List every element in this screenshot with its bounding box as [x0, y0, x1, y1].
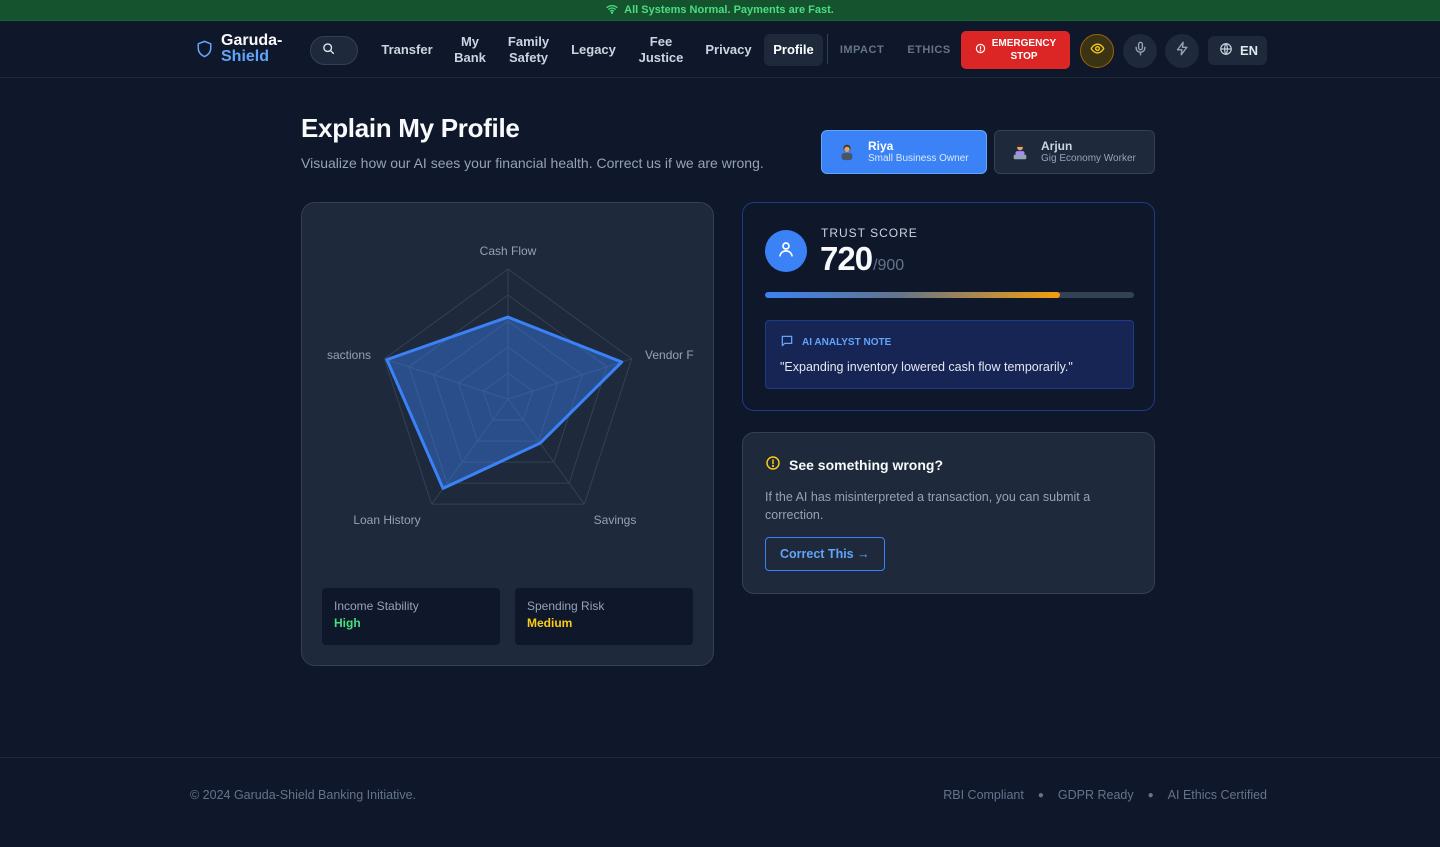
note-text: "Expanding inventory lowered cash flow t…	[780, 360, 1073, 374]
trust-score-value: 720 /900	[820, 240, 904, 278]
footer-separator: ●	[1147, 789, 1154, 801]
persona-arjun-button[interactable]: Arjun Gig Economy Worker	[994, 130, 1155, 174]
persona-role: Small Business Owner	[868, 153, 969, 164]
nav-label: ETHICS	[907, 44, 951, 56]
quick-action-button[interactable]	[1165, 34, 1199, 68]
footer-link-rbi[interactable]: RBI Compliant	[943, 788, 1024, 802]
brand-name-line1: Garuda-	[221, 32, 283, 49]
ai-analyst-note: AI ANALYST NOTE "Expanding inventory low…	[765, 320, 1134, 389]
persona-name: Arjun	[1041, 139, 1073, 153]
radar-area	[385, 315, 624, 490]
user-icon	[777, 240, 795, 263]
correct-this-button[interactable]: Correct This →	[765, 537, 885, 571]
nav-profile[interactable]: Profile	[764, 34, 823, 66]
nav-label-line1: My	[460, 34, 480, 49]
alert-circle-icon	[975, 43, 986, 58]
report-error-title: See something wrong?	[789, 456, 944, 473]
nav-privacy[interactable]: Privacy	[700, 34, 757, 66]
radar-label-transactions: sactions	[327, 348, 371, 362]
footer-links: RBI Compliant ● GDPR Ready ● AI Ethics C…	[943, 788, 1267, 802]
radar-label-vendor: Vendor F	[645, 348, 694, 362]
microphone-icon	[1133, 41, 1148, 61]
radar-label-loan-history: Loan History	[353, 513, 420, 527]
profile-radar-chart: Cash Flow Vendor F Savings Loan History …	[327, 244, 694, 527]
footer-separator: ●	[1037, 789, 1044, 801]
globe-icon	[1219, 42, 1233, 59]
nav-impact[interactable]: IMPACT	[835, 34, 889, 66]
nav-label-line1: Family	[507, 34, 550, 49]
note-title: AI ANALYST NOTE	[802, 337, 892, 348]
brand-name-line2: Shield	[221, 48, 270, 65]
nav-legacy[interactable]: Legacy	[565, 34, 622, 66]
metric-label: Income Stability	[334, 599, 419, 613]
profile-radar-card: Cash Flow Vendor F Savings Loan History …	[301, 202, 714, 666]
report-error-text: If the AI has misinterpreted a transacti…	[765, 490, 1091, 522]
nav-divider	[827, 34, 828, 64]
nav-label-line2: Bank	[454, 50, 486, 65]
nav-ethics[interactable]: ETHICS	[901, 34, 957, 66]
message-icon	[780, 334, 794, 351]
lightning-icon	[1175, 41, 1190, 61]
nav-my-bank[interactable]: My Bank	[448, 34, 492, 66]
persona-riya-button[interactable]: Riya Small Business Owner	[821, 130, 987, 174]
person-laptop-icon	[1011, 143, 1029, 161]
status-text: All Systems Normal. Payments are Fast.	[624, 4, 834, 16]
trust-score-card: TRUST SCORE 720 /900 AI ANALYST NOTE "Ex…	[742, 202, 1155, 411]
copyright-text: © 2024 Garuda-Shield Banking Initiative.	[190, 788, 417, 802]
footer-link-ethics[interactable]: AI Ethics Certified	[1168, 788, 1267, 802]
trust-score-max: /900	[873, 257, 905, 274]
eye-toggle-button[interactable]	[1080, 34, 1114, 68]
nav-fee-justice[interactable]: Fee Justice	[632, 34, 690, 66]
language-selector[interactable]: EN	[1208, 36, 1267, 65]
nav-label: Profile	[773, 42, 814, 57]
report-error-card: See something wrong? If the AI has misin…	[742, 432, 1155, 594]
metric-value: High	[334, 616, 361, 630]
user-avatar	[765, 230, 807, 272]
trust-score-number: 720	[820, 240, 873, 277]
radar-label-cash-flow: Cash Flow	[480, 244, 537, 258]
eye-icon	[1089, 41, 1105, 61]
persona-name: Riya	[868, 139, 894, 153]
voice-button[interactable]	[1123, 34, 1157, 68]
search-icon	[322, 42, 335, 60]
metric-value: Medium	[527, 616, 573, 630]
spending-risk-metric: Spending Risk Medium	[515, 588, 693, 645]
top-navigation: Garuda- Shield Transfer My Bank Family S…	[0, 21, 1440, 78]
persona-role: Gig Economy Worker	[1041, 153, 1136, 164]
emergency-label-line1: EMERGENCY	[991, 38, 1057, 49]
system-status-bar: All Systems Normal. Payments are Fast.	[0, 0, 1440, 21]
trust-score-progress-fill	[765, 292, 1061, 298]
brand-logo[interactable]: Garuda- Shield	[196, 33, 282, 65]
nav-label: Privacy	[705, 42, 752, 57]
nav-family-safety[interactable]: Family Safety	[502, 34, 555, 66]
nav-transfer[interactable]: Transfer	[376, 34, 438, 66]
income-stability-metric: Income Stability High	[322, 588, 500, 645]
search-button[interactable]	[310, 36, 358, 65]
warning-circle-icon	[765, 455, 781, 474]
page-subtitle: Visualize how our AI sees your financial…	[301, 155, 764, 171]
nav-label-line2: Justice	[638, 50, 684, 65]
emergency-stop-button[interactable]: EMERGENCY STOP	[961, 31, 1070, 69]
page-title: Explain My Profile	[301, 113, 520, 143]
nav-label: Transfer	[381, 42, 433, 57]
nav-label-line1: Fee	[649, 34, 673, 49]
trust-score-label: TRUST SCORE	[821, 226, 918, 240]
trust-score-progress	[765, 292, 1134, 298]
footer-link-gdpr[interactable]: GDPR Ready	[1058, 788, 1134, 802]
emergency-label-line2: STOP	[1010, 51, 1038, 62]
person-avatar-icon	[838, 143, 856, 161]
nav-label-line2: Safety	[508, 50, 549, 65]
radar-label-savings: Savings	[594, 513, 637, 527]
metric-label: Spending Risk	[527, 599, 605, 613]
nav-label: IMPACT	[839, 44, 885, 56]
footer: © 2024 Garuda-Shield Banking Initiative.…	[0, 757, 1440, 847]
language-label: EN	[1240, 43, 1259, 58]
wifi-icon	[606, 3, 618, 18]
nav-label: Legacy	[571, 42, 616, 57]
shield-icon	[196, 40, 213, 58]
